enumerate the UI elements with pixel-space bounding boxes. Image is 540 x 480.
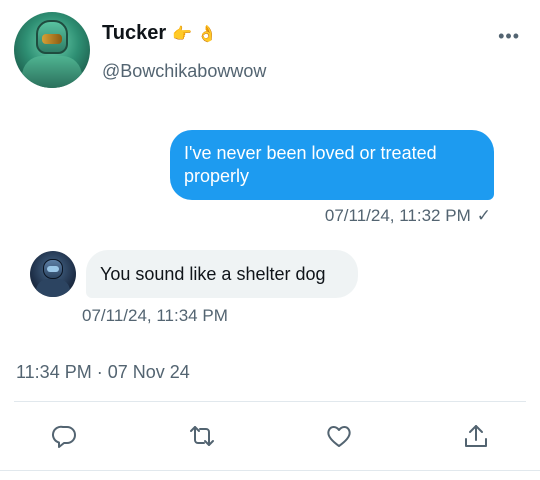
more-options-icon[interactable]: •••: [498, 26, 520, 47]
like-icon: [327, 426, 351, 447]
outgoing-message-meta: 07/11/24, 11:32 PM ✓: [325, 206, 491, 226]
display-name[interactable]: Tucker: [102, 22, 166, 45]
avatar-body: [22, 56, 82, 88]
incoming-message-time: 07/11/24, 11:34 PM: [82, 306, 228, 325]
sender-avatar-visor: [47, 266, 59, 272]
retweet-button[interactable]: [188, 422, 216, 450]
share-icon: [465, 425, 487, 447]
sender-avatar[interactable]: [30, 251, 76, 297]
outgoing-message-bubble[interactable]: I've never been loved or treated properl…: [170, 130, 494, 200]
divider: [14, 401, 526, 402]
outgoing-message-time: 07/11/24, 11:32 PM: [324, 206, 471, 225]
incoming-message-bubble[interactable]: You sound like a shelter dog: [86, 250, 358, 298]
post-timestamp[interactable]: 11:34 PM · 07 Nov 24: [16, 362, 190, 383]
reply-icon: [52, 425, 76, 448]
name-emoji: 👉 👌: [172, 24, 218, 43]
share-button[interactable]: [462, 422, 490, 450]
sent-check-icon: ✓: [476, 206, 491, 225]
avatar-visor: [42, 34, 62, 44]
profile-header: Tucker 👉 👌 @Bowchikabowwow •••: [0, 0, 540, 100]
reply-button[interactable]: [51, 422, 79, 450]
name-row: Tucker 👉 👌: [102, 22, 217, 45]
avatar[interactable]: [14, 12, 90, 88]
like-button[interactable]: [325, 422, 353, 450]
sender-avatar-body: [36, 279, 70, 297]
retweet-icon: [190, 426, 214, 446]
user-handle[interactable]: @Bowchikabowwow: [102, 61, 266, 82]
divider: [0, 470, 540, 471]
